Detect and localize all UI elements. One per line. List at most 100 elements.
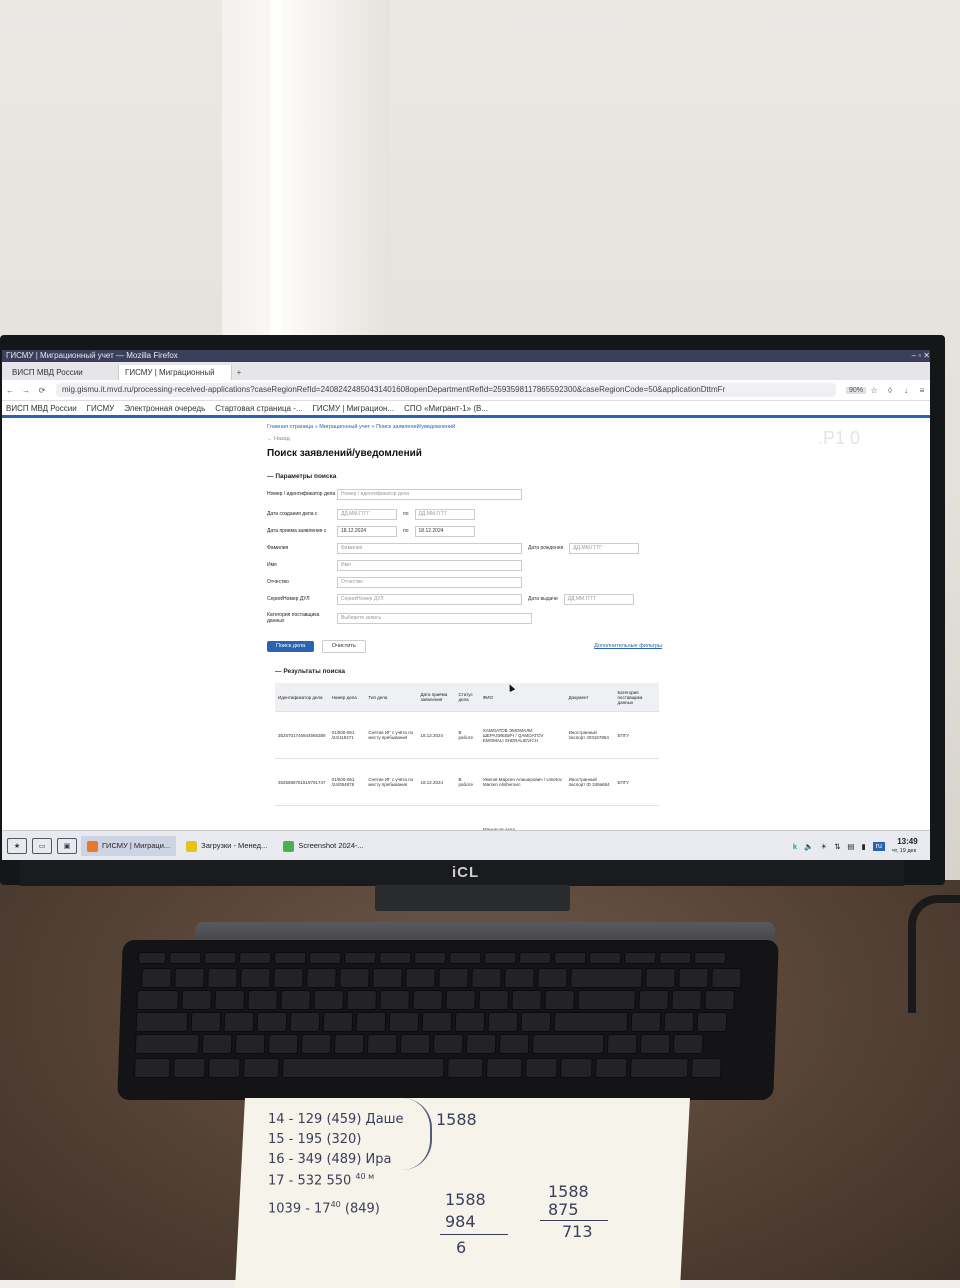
breadcrumb[interactable]: Главная страница » Миграционный учет » П… (267, 424, 667, 430)
back-link[interactable]: ← Назад (267, 436, 667, 442)
note-calc2-sub: 875 (548, 1200, 579, 1219)
shield-icon[interactable]: ◊ (882, 386, 898, 395)
name-input[interactable]: Имя (337, 559, 522, 571)
key (518, 952, 552, 964)
keyboard-layout-indicator[interactable]: ru (872, 841, 885, 851)
table-cell: В работе (455, 758, 480, 806)
note-line-with-sup: 17 - 532 550 40 м (268, 1172, 374, 1188)
forward-arrow-icon[interactable]: → (18, 386, 34, 395)
surname-input[interactable]: Фамилия (337, 542, 522, 554)
key (203, 952, 237, 964)
clipboard-icon[interactable]: ▤ (847, 842, 854, 851)
cable (908, 895, 960, 1013)
key (372, 968, 403, 988)
new-tab-icon[interactable]: + (232, 365, 246, 380)
note-line: 15 - 195 (320) (268, 1132, 362, 1147)
category-select[interactable]: Выберите запись (337, 612, 532, 624)
column-header[interactable]: Документ (565, 683, 615, 712)
windows-switch-icon[interactable]: ▭ (32, 838, 52, 854)
results-section-title[interactable]: — Результаты поиска (275, 668, 667, 675)
case-id-row: Номер / идентификатор дела Номер / идент… (267, 485, 667, 503)
key (339, 968, 370, 988)
table-cell: 18.12.2024 (417, 758, 456, 806)
created-to-input[interactable]: ДД.ММ.ГГГГ (414, 508, 475, 520)
window-controls[interactable]: – ▫ ✕ (912, 350, 930, 362)
note-line: 16 - 349 (489) Ира (268, 1152, 392, 1167)
key (133, 1058, 171, 1078)
menu-icon[interactable]: ≡ (914, 386, 930, 395)
results-section-label: Результаты поиска (283, 668, 345, 675)
key (471, 968, 502, 988)
key (273, 952, 307, 964)
bookmark[interactable]: ГИСМУ | Миграцион... (313, 404, 395, 413)
firefox-icon (87, 840, 98, 852)
k-app-icon[interactable]: k (793, 842, 797, 851)
table-cell: 3525688761819791747 (275, 758, 329, 806)
received-from-input[interactable]: 18.12.2024 (337, 525, 397, 537)
po-label: по (403, 511, 409, 517)
issue-date-input[interactable]: ДД.ММ.ГГГГ (563, 593, 634, 605)
clock[interactable]: 13:49 чт, 19 дек (892, 837, 923, 855)
key (355, 1012, 387, 1032)
created-from-input[interactable]: ДД.ММ.ГГГГ (337, 508, 397, 520)
note-calc1-line (440, 1234, 508, 1235)
name-label: Имя (267, 562, 277, 568)
bookmark[interactable]: СПО «Мигрант-1» (В... (404, 404, 488, 413)
document-input[interactable]: Серия/Номер ДУЛ (337, 593, 522, 605)
key (273, 968, 304, 988)
table-row[interactable]: 3525688761819791747 01/500-061 /24/05487… (275, 758, 659, 806)
key (438, 968, 469, 988)
bookmark[interactable]: ВИСП МВД России (6, 404, 77, 413)
tab-label: ГИСМУ | Миграционный (125, 368, 215, 377)
column-header[interactable]: ФИО (479, 683, 566, 712)
column-header[interactable]: Статус дела (455, 683, 480, 712)
key (135, 1012, 189, 1032)
column-header[interactable]: Тип дела (365, 683, 418, 712)
monitor-stand (375, 885, 570, 911)
files-icon[interactable]: ▣ (57, 838, 77, 854)
bookmark[interactable]: Электронная очередь (124, 404, 205, 413)
table-cell: 01/500-061 /24/054878 (328, 758, 366, 806)
note-text: 1039 - 17 (268, 1201, 331, 1217)
extra-filters-link[interactable]: Дополнительные фильтры (594, 643, 662, 649)
patronymic-input[interactable]: Отчество (337, 576, 522, 588)
bookmark[interactable]: ГИСМУ (87, 404, 115, 413)
bookmark[interactable]: Стартовая страница -... (215, 404, 302, 413)
clear-button[interactable]: Очистить (321, 639, 366, 653)
zoom-indicator[interactable]: 90% (845, 386, 866, 394)
params-section-title[interactable]: — Параметры поиска (267, 473, 667, 480)
download-icon[interactable]: ↓ (898, 386, 914, 395)
start-menu-icon[interactable]: ★ (7, 838, 27, 854)
received-to-input[interactable]: 18.12.2024 (414, 525, 475, 537)
key (346, 990, 378, 1010)
reload-icon[interactable]: ⟳ (34, 386, 50, 395)
key (343, 952, 377, 964)
key (306, 968, 337, 988)
tab-gismu[interactable]: ГИСМУ | Миграционный (119, 365, 232, 380)
task-downloads[interactable]: Загрузки - Менед... (180, 836, 273, 856)
task-firefox[interactable]: ГИСМУ | Миграци... (81, 836, 177, 856)
case-id-input[interactable]: Номер / идентификатор дела (337, 488, 522, 500)
url-bar[interactable]: mig.gismu.it.mvd.ru/processing-received-… (56, 383, 836, 397)
key (577, 990, 637, 1010)
key (663, 1012, 695, 1032)
table-row[interactable]: 3525701745944565389 01/500-061 /24/11947… (275, 711, 659, 759)
tab-bar: ВИСП МВД России ГИСМУ | Миграционный + (2, 362, 930, 380)
key (544, 990, 576, 1010)
keyboard-row-fn (137, 952, 729, 964)
star-icon[interactable]: ☆ (866, 386, 882, 395)
volume-icon[interactable]: 🔈 (804, 842, 813, 851)
network-icon[interactable]: ⇅ (834, 842, 840, 851)
search-button[interactable]: Поиск дела (267, 640, 315, 652)
task-screenshot[interactable]: Screenshot 2024-... (277, 836, 369, 856)
battery-icon[interactable]: ▮ (861, 842, 865, 851)
column-header[interactable]: Идентификатор дела (275, 683, 329, 712)
back-arrow-icon[interactable]: ← (2, 386, 18, 395)
column-header[interactable]: Категория поставщика данных (614, 683, 659, 712)
task-label: ГИСМУ | Миграци... (102, 841, 171, 850)
birth-date-input[interactable]: ДД.ММ.ГГГГ (569, 542, 640, 554)
tab-visp[interactable]: ВИСП МВД России (6, 365, 119, 380)
column-header[interactable]: Номер дела (328, 683, 366, 712)
brightness-icon[interactable]: ☀ (820, 842, 827, 851)
column-header[interactable]: Дата приёма заявления (417, 683, 456, 712)
